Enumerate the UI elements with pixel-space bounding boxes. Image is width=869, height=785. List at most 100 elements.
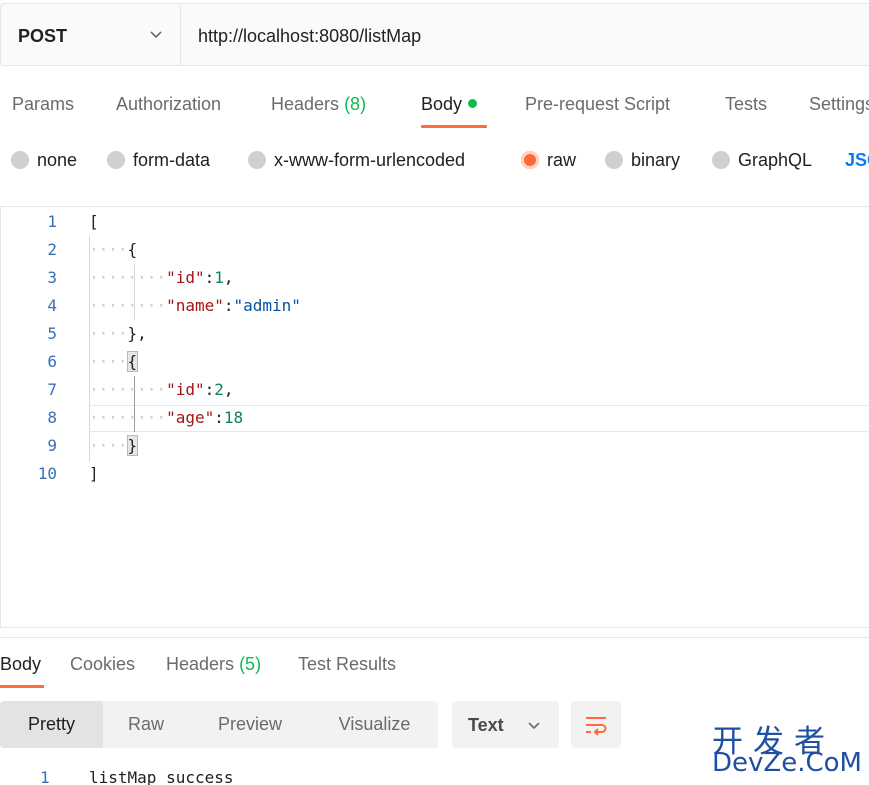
radio-binary-circle	[605, 151, 623, 169]
request-bar: POST http://localhost:8080/listMap	[0, 3, 869, 66]
response-view-switcher: Pretty Raw Preview Visualize	[0, 701, 438, 748]
tab-prerequest-script[interactable]: Pre-request Script	[525, 94, 670, 115]
json-comma: ,	[137, 324, 147, 343]
matched-brace: }	[126, 435, 139, 456]
view-raw-button[interactable]: Raw	[103, 701, 189, 748]
response-tab-body[interactable]: Body	[0, 654, 41, 675]
chevron-down-icon	[528, 722, 540, 730]
line-number: 5	[47, 324, 57, 343]
json-key: "id"	[166, 268, 205, 287]
json-number: 1	[214, 268, 224, 287]
json-colon: :	[204, 268, 215, 287]
response-format-label: Text	[468, 715, 504, 735]
code-line: ········"name":"admin"	[89, 296, 301, 315]
response-tab-headers[interactable]: Headers (5)	[166, 654, 261, 675]
json-comma: ,	[223, 380, 234, 399]
response-body-text: listMap success	[89, 768, 234, 785]
whitespace-dots: ········	[89, 408, 167, 427]
radio-raw[interactable]: raw	[521, 150, 576, 171]
response-tab-test-results[interactable]: Test Results	[298, 654, 396, 675]
format-dropdown-json[interactable]: JSON	[845, 150, 869, 171]
radio-raw-label: raw	[547, 150, 577, 170]
response-active-tab-indicator	[0, 685, 44, 688]
json-number: 18	[223, 408, 244, 427]
code-line: ····{	[89, 240, 137, 259]
code-line: ········"id":2,	[89, 380, 234, 399]
radio-urlencoded[interactable]: x-www-form-urlencoded	[248, 150, 465, 171]
active-tab-indicator	[421, 125, 487, 128]
json-colon: :	[204, 380, 215, 399]
response-line-number: 1	[40, 768, 50, 785]
view-preview-button[interactable]: Preview	[189, 701, 311, 748]
method-select[interactable]: POST	[1, 4, 181, 65]
response-tab-headers-label: Headers	[166, 654, 235, 674]
whitespace-dots: ········	[89, 268, 167, 287]
radio-binary[interactable]: binary	[605, 150, 680, 171]
radio-graphql-label: GraphQL	[738, 150, 813, 170]
line-number: 1	[47, 212, 57, 231]
json-string: "admin"	[233, 296, 301, 315]
tab-authorization[interactable]: Authorization	[116, 94, 221, 115]
line-number: 9	[47, 436, 57, 455]
method-label: POST	[18, 26, 68, 46]
line-number: 2	[47, 240, 57, 259]
code-token: {	[127, 240, 138, 259]
whitespace-dots: ········	[89, 380, 167, 399]
line-number: 4	[47, 296, 57, 315]
whitespace-dots: ····	[89, 240, 128, 259]
code-line: ········"age":18	[89, 408, 243, 427]
radio-graphql-circle	[712, 151, 730, 169]
radio-none-circle	[11, 151, 29, 169]
response-divider	[0, 637, 869, 638]
json-number: 2	[214, 380, 224, 399]
tab-tests[interactable]: Tests	[725, 94, 767, 115]
tab-body-label: Body	[421, 94, 463, 114]
json-colon: :	[223, 296, 234, 315]
code-token: ]	[89, 464, 99, 483]
line-number: 6	[47, 352, 57, 371]
radio-none[interactable]: none	[11, 150, 77, 171]
body-indicator-dot	[468, 99, 478, 108]
tab-headers-count: (8)	[344, 94, 367, 114]
watermark-en: DevZe.CoM	[712, 748, 862, 778]
code-line: ····}	[89, 435, 139, 456]
line-number: 7	[47, 380, 57, 399]
radio-urlencoded-circle	[248, 151, 266, 169]
line-number: 3	[47, 268, 57, 287]
url-input[interactable]: http://localhost:8080/listMap	[198, 26, 421, 47]
radio-form-data[interactable]: form-data	[107, 150, 210, 171]
line-number: 8	[47, 408, 57, 427]
code-line: [	[89, 212, 99, 231]
code-line: ]	[89, 464, 99, 483]
view-pretty-button[interactable]: Pretty	[0, 701, 103, 748]
json-colon: :	[214, 408, 224, 427]
response-tab-cookies[interactable]: Cookies	[70, 654, 135, 675]
whitespace-dots: ····	[89, 436, 128, 455]
tab-body[interactable]: Body	[421, 94, 478, 115]
json-key: "age"	[166, 408, 215, 427]
json-comma: ,	[223, 268, 234, 287]
view-visualize-button[interactable]: Visualize	[311, 701, 438, 748]
whitespace-dots: ········	[89, 296, 167, 315]
response-tab-headers-count: (5)	[239, 654, 262, 674]
matched-brace: {	[126, 351, 139, 372]
code-line: ····},	[89, 324, 147, 343]
radio-none-label: none	[37, 150, 78, 170]
tab-headers[interactable]: Headers (8)	[271, 94, 366, 115]
tab-headers-label: Headers	[271, 94, 340, 114]
wrap-lines-icon	[586, 717, 607, 736]
code-token: [	[89, 212, 99, 231]
response-format-select[interactable]: Text	[452, 701, 559, 748]
wrap-lines-button[interactable]	[571, 701, 621, 748]
line-number: 10	[37, 464, 57, 483]
tab-params[interactable]: Params	[12, 94, 74, 115]
radio-binary-label: binary	[631, 150, 681, 170]
radio-form-data-circle	[107, 151, 125, 169]
json-key: "name"	[166, 296, 224, 315]
radio-form-data-label: form-data	[133, 150, 211, 170]
code-line: ····{	[89, 351, 139, 372]
tab-settings[interactable]: Settings	[809, 94, 869, 115]
code-token: }	[127, 324, 138, 343]
radio-graphql[interactable]: GraphQL	[712, 150, 812, 171]
chevron-down-icon	[150, 31, 162, 39]
